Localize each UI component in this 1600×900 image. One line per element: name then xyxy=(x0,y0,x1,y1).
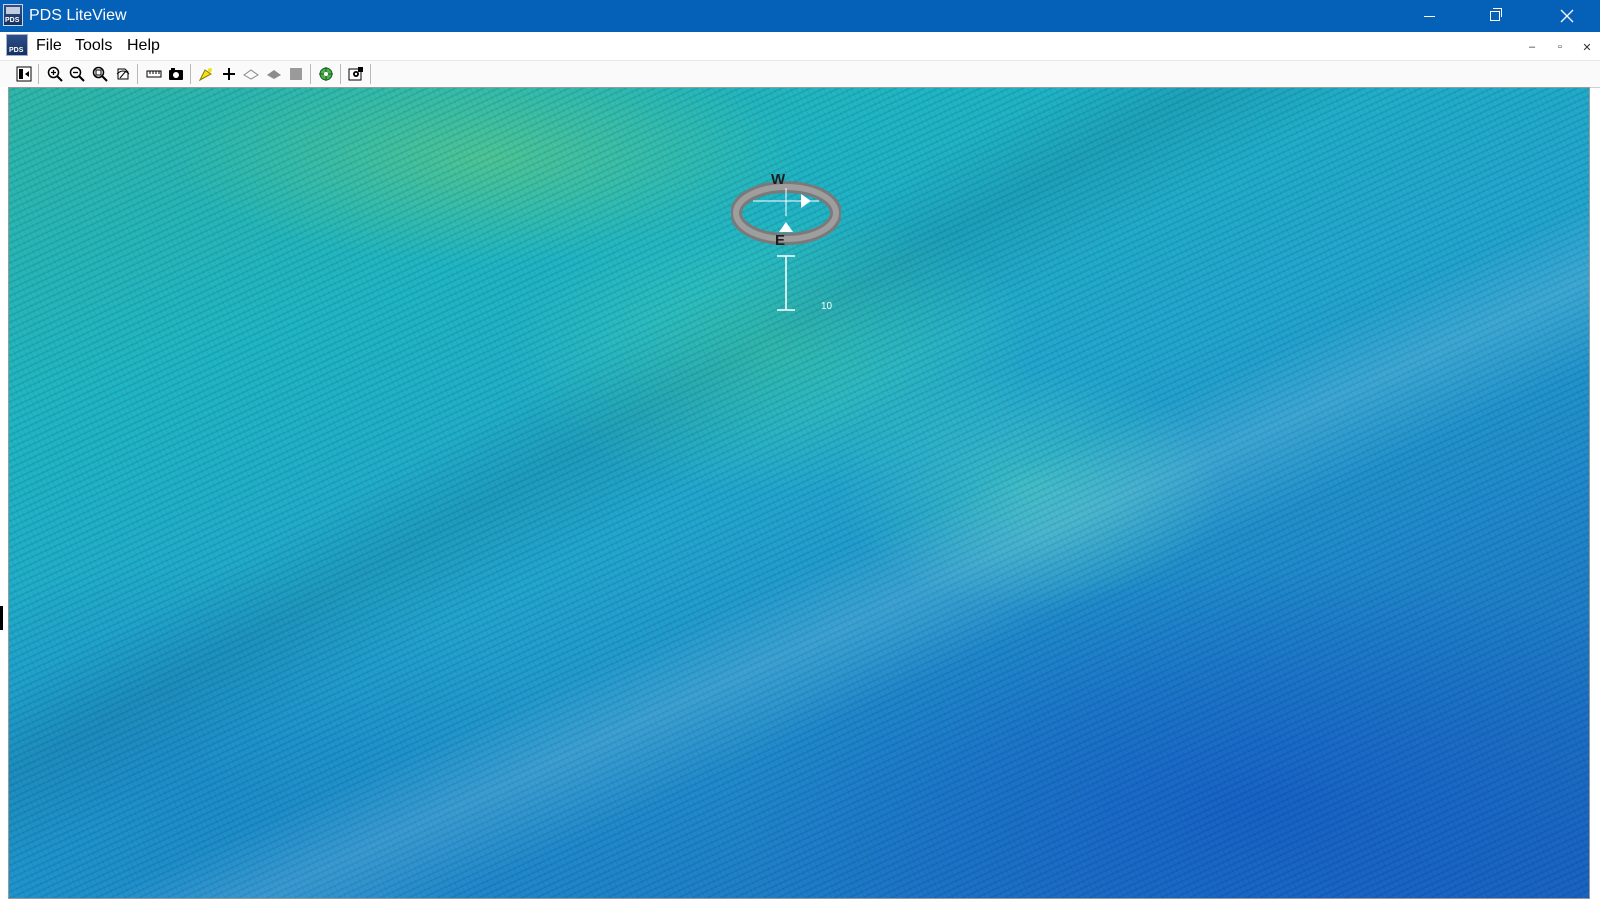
child-close-button[interactable]: ✕ xyxy=(1576,37,1598,57)
zoom-window-icon xyxy=(92,66,108,82)
compass-e-label: E xyxy=(775,232,786,249)
toolbar-separator xyxy=(370,64,371,84)
window-title: PDS LiteView xyxy=(29,7,127,24)
restore-button[interactable] xyxy=(1462,0,1528,32)
navigation-target-button[interactable] xyxy=(316,64,336,84)
settings-button[interactable] xyxy=(346,64,366,84)
toolbar-separator xyxy=(137,64,138,84)
zoom-out-button[interactable] xyxy=(67,64,87,84)
3d-viewport[interactable]: W E 10 xyxy=(8,87,1590,899)
zoom-in-icon xyxy=(47,66,63,82)
toolbar-separator xyxy=(38,64,39,84)
measure-button[interactable] xyxy=(144,64,164,84)
child-restore-button[interactable]: ▫ xyxy=(1549,37,1571,57)
view-panel-button[interactable] xyxy=(14,64,34,84)
measure-icon xyxy=(146,70,162,78)
toolbar-separator xyxy=(340,64,341,84)
screenshot-button[interactable] xyxy=(166,64,186,84)
restore-icon xyxy=(1490,8,1502,21)
camera-icon xyxy=(169,68,183,80)
splitter-handle[interactable] xyxy=(0,606,3,630)
navigation-target-icon xyxy=(319,67,333,81)
scale-bar-label: 10 xyxy=(821,301,833,312)
toolbar-separator xyxy=(190,64,191,84)
solid-fill-button[interactable] xyxy=(286,64,306,84)
toolbar-separator xyxy=(310,64,311,84)
menu-help[interactable]: Help xyxy=(127,37,160,55)
child-minimize-button[interactable]: – xyxy=(1521,37,1543,57)
minimize-icon xyxy=(1423,15,1435,17)
add-point-button[interactable] xyxy=(219,64,239,84)
title-bar: PDS PDS LiteView xyxy=(0,0,1600,32)
app-icon-graphic xyxy=(6,7,20,14)
add-point-icon xyxy=(223,68,235,80)
menu-tools[interactable]: Tools xyxy=(75,37,112,55)
surface-outline-button[interactable] xyxy=(241,64,261,84)
reset-view-button[interactable] xyxy=(113,64,133,84)
surface-fill-icon xyxy=(267,70,281,79)
app-icon-label: PDS xyxy=(5,17,20,24)
menu-file[interactable]: File xyxy=(36,37,62,55)
reset-view-icon xyxy=(116,68,130,80)
compass-w-label: W xyxy=(771,171,786,188)
settings-icon xyxy=(348,67,363,81)
app-icon[interactable]: PDS xyxy=(3,4,23,26)
toolbar xyxy=(0,61,1600,88)
highlight-button[interactable] xyxy=(196,64,216,84)
zoom-out-icon xyxy=(69,66,85,82)
color-highlight-icon xyxy=(198,68,212,82)
compass-ring xyxy=(731,181,841,311)
solid-fill-icon xyxy=(290,68,302,80)
surface-outline-icon xyxy=(243,69,259,80)
close-icon xyxy=(1560,9,1574,23)
compass-widget[interactable]: W E 10 xyxy=(731,168,841,318)
menu-bar: PDS File Tools Help xyxy=(0,32,1600,61)
zoom-in-button[interactable] xyxy=(45,64,65,84)
surface-fill-button[interactable] xyxy=(264,64,284,84)
minimize-button[interactable] xyxy=(1396,0,1462,32)
document-icon[interactable]: PDS xyxy=(6,34,28,56)
left-frame xyxy=(0,87,8,900)
zoom-window-button[interactable] xyxy=(90,64,110,84)
close-button[interactable] xyxy=(1534,0,1600,32)
document-icon-label: PDS xyxy=(9,47,24,54)
view-panel-icon xyxy=(16,66,32,82)
